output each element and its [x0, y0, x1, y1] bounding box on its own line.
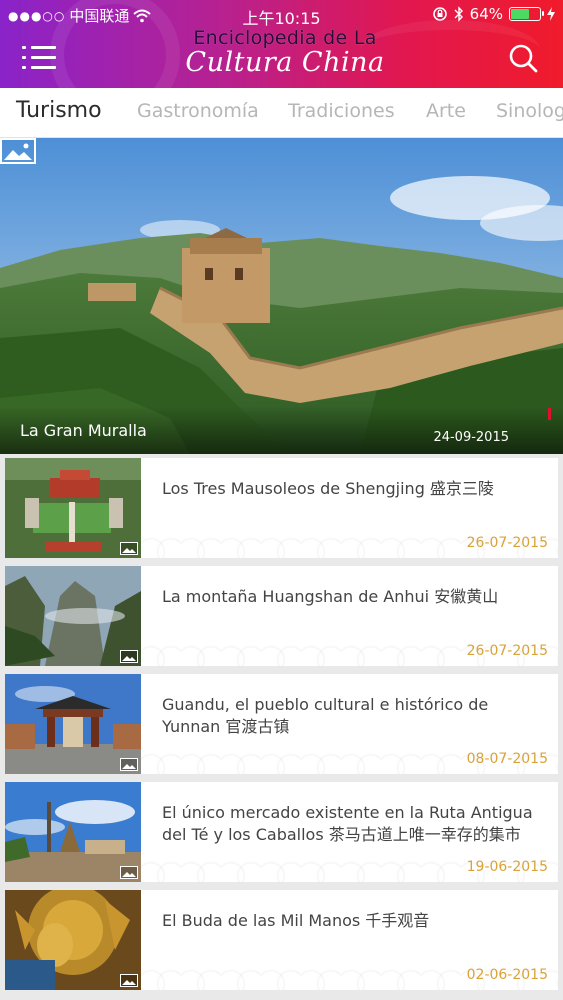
list-item[interactable]: El Buda de las Mil Manos 千手观音 02-06-2015 — [5, 890, 558, 990]
article-title: La montaña Huangshan de Anhui 安徽黄山 — [162, 587, 499, 606]
bluetooth-icon — [454, 6, 463, 22]
article-list: Los Tres Mausoleos de Shengjing 盛京三陵 26-… — [5, 458, 558, 998]
logo-line-top: Enciclopedia de La — [193, 27, 377, 49]
article-date: 19-06-2015 — [466, 859, 548, 875]
article-date: 26-07-2015 — [466, 643, 548, 659]
article-title: Guandu, el pueblo cultural e histórico d… — [162, 695, 489, 736]
tab-gastronomia[interactable]: Gastronomía — [137, 100, 259, 122]
orientation-lock-icon — [432, 7, 447, 21]
list-item[interactable]: Guandu, el pueblo cultural e histórico d… — [5, 674, 558, 774]
battery-fill — [511, 9, 529, 19]
photo-icon — [120, 974, 138, 987]
article-thumbnail — [5, 674, 141, 774]
app-header: ●●●○○ 中国联通 上午10:15 64% Enciclopedia de L… — [0, 0, 563, 88]
article-date: 02-06-2015 — [466, 967, 548, 983]
featured-marker — [548, 408, 551, 420]
article-thumbnail — [5, 458, 141, 558]
article-thumbnail — [5, 782, 141, 882]
list-item[interactable]: La montaña Huangshan de Anhui 安徽黄山 26-07… — [5, 566, 558, 666]
article-thumbnail — [5, 890, 141, 990]
featured-date: 24-09-2015 — [433, 430, 509, 445]
charging-icon — [547, 7, 555, 21]
gallery-icon — [0, 138, 36, 164]
search-icon[interactable] — [507, 42, 539, 74]
featured-title[interactable]: La Gran Muralla — [20, 421, 147, 440]
article-title: El Buda de las Mil Manos 千手观音 — [162, 911, 430, 930]
category-tabs: Turismo Gastronomía Tradiciones Arte Sin… — [0, 88, 563, 138]
status-bar: ●●●○○ 中国联通 上午10:15 64% — [0, 0, 563, 30]
app-logo: Enciclopedia de La Cultura China — [150, 27, 420, 78]
battery-percent: 64% — [469, 5, 503, 23]
list-item[interactable]: Los Tres Mausoleos de Shengjing 盛京三陵 26-… — [5, 458, 558, 558]
photo-icon — [120, 866, 138, 879]
tab-sinologia[interactable]: Sinología — [496, 100, 563, 122]
photo-icon — [120, 758, 138, 771]
logo-line-bottom: Cultura China — [185, 47, 385, 78]
featured-article[interactable]: La Gran Muralla 24-09-2015 — [0, 138, 563, 454]
photo-icon — [120, 542, 138, 555]
tab-turismo[interactable]: Turismo — [16, 98, 102, 123]
tab-tradiciones[interactable]: Tradiciones — [288, 100, 395, 122]
article-thumbnail — [5, 566, 141, 666]
photo-icon — [120, 650, 138, 663]
menu-icon[interactable] — [22, 42, 56, 74]
list-item[interactable]: El único mercado existente en la Ruta An… — [5, 782, 558, 882]
battery-icon — [509, 7, 544, 21]
article-title: El único mercado existente en la Ruta An… — [162, 803, 533, 844]
article-date: 26-07-2015 — [466, 535, 548, 551]
tab-arte[interactable]: Arte — [426, 100, 466, 122]
article-date: 08-07-2015 — [466, 751, 548, 767]
article-title: Los Tres Mausoleos de Shengjing 盛京三陵 — [162, 479, 494, 498]
